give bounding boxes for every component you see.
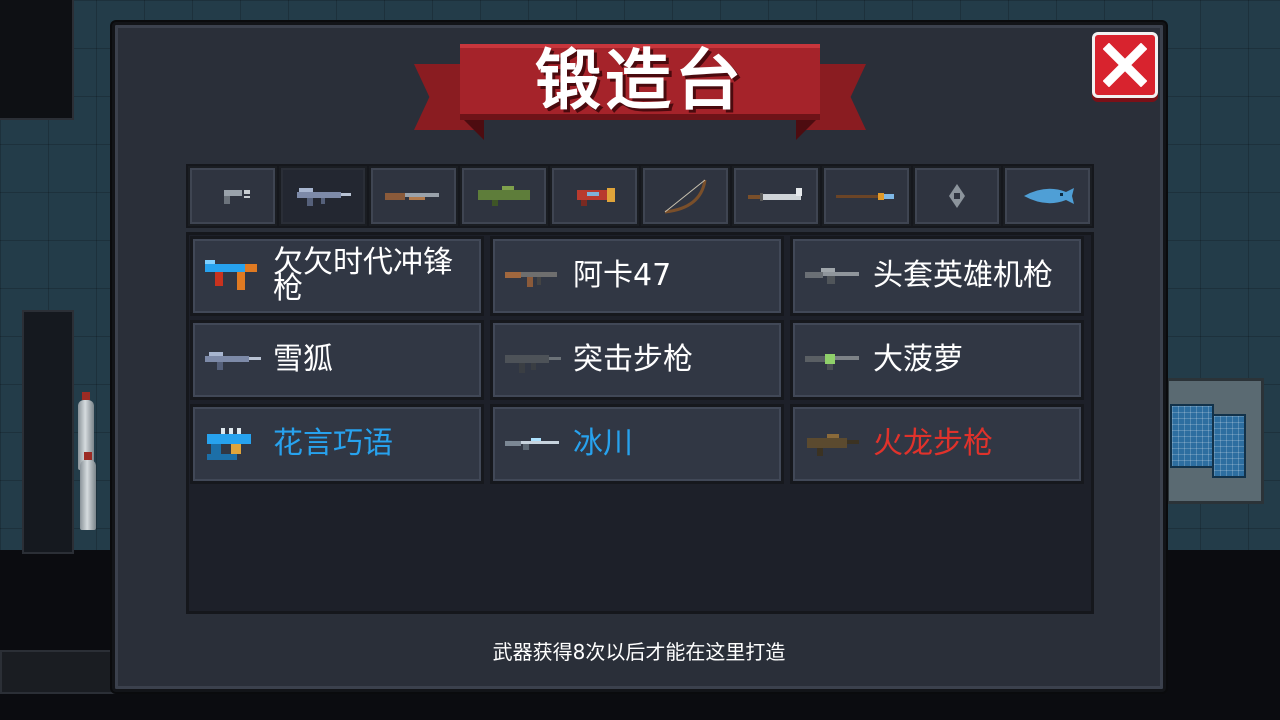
ak47-icon [505, 272, 557, 287]
tab-shotgun[interactable] [369, 166, 458, 226]
page-title: 锻造台 [535, 42, 745, 119]
shotgun-icon [385, 193, 440, 200]
snow-fox-rifle-icon [205, 352, 261, 370]
pineapple-rifle-icon [805, 354, 859, 370]
background-monitor [1212, 414, 1246, 478]
background-monitor [1170, 404, 1214, 468]
background-wall-block [0, 0, 74, 120]
pistol-icon [224, 190, 251, 204]
close-button[interactable] [1092, 32, 1158, 98]
background-cabinet [22, 310, 74, 554]
title-banner: 锻造台 [414, 42, 866, 146]
rifle-icon [296, 188, 351, 206]
machine-gun-icon [805, 268, 859, 284]
tab-fish[interactable] [1003, 166, 1092, 226]
weapon-name: 花言巧语 [273, 426, 393, 461]
shuriken-icon [949, 184, 966, 208]
spear-icon [836, 193, 895, 200]
tab-laser[interactable] [550, 166, 639, 226]
weapon-name: 阿卡47 [573, 258, 672, 293]
close-icon [1103, 43, 1147, 87]
weapon-card[interactable]: 花言巧语 [190, 404, 484, 484]
tab-sword[interactable] [731, 166, 821, 226]
tab-rifle[interactable] [278, 166, 368, 226]
weapon-card[interactable]: 雪狐 [190, 320, 484, 400]
bow-icon [664, 179, 707, 214]
assault-rifle-icon [505, 355, 561, 373]
background-floor-strip [0, 650, 116, 694]
weapon-card[interactable]: 阿卡47 [490, 236, 784, 316]
tab-shuriken[interactable] [912, 166, 1002, 226]
weapon-card[interactable]: 头套英雄机枪 [790, 236, 1084, 316]
weapon-name: 头套英雄机枪 [873, 258, 1053, 293]
tab-pistol[interactable] [188, 166, 277, 226]
tab-launcher[interactable] [459, 166, 549, 226]
weapon-name: 突击步枪 [573, 342, 693, 377]
weapon-card[interactable]: 欠欠时代冲锋枪 [190, 236, 484, 316]
glacier-rifle-icon [505, 438, 559, 450]
background-gas-tank [80, 452, 96, 530]
weapon-card[interactable]: 突击步枪 [490, 320, 784, 400]
tab-bow[interactable] [640, 166, 730, 226]
sweet-talk-gun-icon [207, 428, 251, 460]
laser-gun-icon [576, 188, 615, 206]
weapon-name: 冰川 [573, 426, 633, 461]
weapon-card[interactable]: 火龙步枪 [790, 404, 1084, 484]
weapon-card[interactable]: 冰川 [490, 404, 784, 484]
weapon-card[interactable]: 大菠萝 [790, 320, 1084, 400]
weapon-name: 大菠萝 [873, 342, 963, 377]
ribbon-main: 锻造台 [460, 44, 820, 120]
tab-spear[interactable] [822, 166, 911, 226]
forge-hint-text: 武器获得8次以后才能在这里打造 [492, 640, 786, 664]
fire-dragon-rifle-icon [807, 434, 859, 456]
weapon-name: 火龙步枪 [873, 426, 993, 461]
launcher-icon [478, 186, 531, 206]
weapon-category-tabs [186, 164, 1094, 228]
weapon-name: 欠欠时代冲锋枪 [273, 245, 453, 306]
fish-icon [1023, 188, 1074, 204]
sword-icon [747, 188, 802, 201]
smg-icon [205, 260, 257, 290]
weapon-name: 雪狐 [273, 342, 333, 377]
